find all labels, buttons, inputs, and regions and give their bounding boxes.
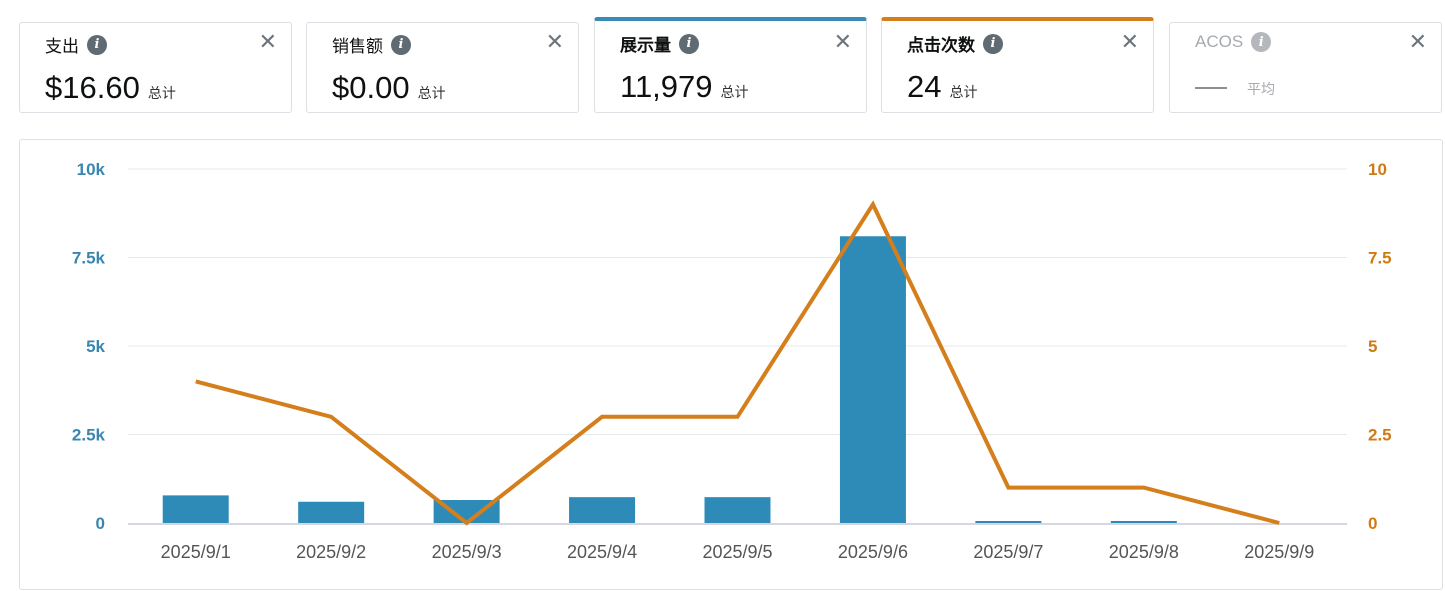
bar xyxy=(975,521,1042,523)
bar xyxy=(569,497,636,523)
x-axis-tick-label: 2025/9/6 xyxy=(838,542,908,562)
x-axis-tick-label: 2025/9/1 xyxy=(161,542,231,562)
combo-chart: 0 2.5k 5k 7.5k 10k 0 2.5 5 7.5 10 2025/9/1 2025/9/2… xyxy=(72,160,1392,562)
bar xyxy=(1110,521,1177,523)
x-axis-tick-label: 2025/9/5 xyxy=(702,542,772,562)
left-axis-tick-label: 2.5k xyxy=(72,426,106,445)
bar xyxy=(839,236,906,523)
x-axis-tick-label: 2025/9/4 xyxy=(567,542,637,562)
right-axis-tick-label: 0 xyxy=(1368,514,1377,533)
x-axis-tick-label: 2025/9/9 xyxy=(1244,542,1314,562)
x-axis-tick-label: 2025/9/2 xyxy=(296,542,366,562)
left-axis-tick-label: 10k xyxy=(77,160,106,179)
left-axis-tick-label: 7.5k xyxy=(72,249,106,268)
x-axis-tick-label: 2025/9/7 xyxy=(973,542,1043,562)
left-axis-tick-label: 5k xyxy=(86,337,105,356)
right-axis-tick-label: 10 xyxy=(1368,160,1387,179)
right-axis-tick-label: 5 xyxy=(1368,337,1377,356)
clicks-line xyxy=(195,200,1280,526)
right-axis-tick-label: 2.5 xyxy=(1368,426,1392,445)
bar xyxy=(162,495,229,523)
bar xyxy=(704,497,771,523)
x-axis-tick-label: 2025/9/8 xyxy=(1109,542,1179,562)
left-axis-tick-label: 0 xyxy=(96,514,105,533)
x-axis-tick-label: 2025/9/3 xyxy=(432,542,502,562)
right-axis-tick-label: 7.5 xyxy=(1368,249,1392,268)
bar xyxy=(298,501,365,523)
